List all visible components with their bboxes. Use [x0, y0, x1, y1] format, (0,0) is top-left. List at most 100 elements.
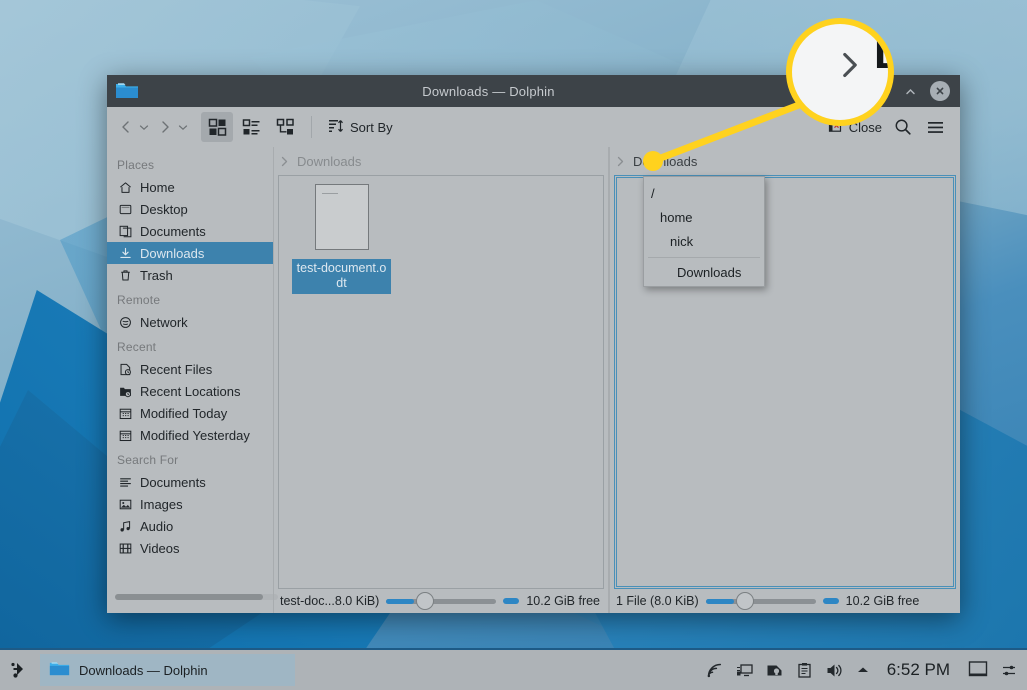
clipboard-icon[interactable] [796, 662, 813, 679]
downloads-icon [118, 246, 132, 260]
recent-locations-icon [118, 384, 132, 398]
window-title: Downloads — Dolphin [422, 83, 555, 99]
maximize-icon[interactable] [900, 81, 920, 101]
sidebar-item-trash[interactable]: Trash [107, 264, 274, 286]
volume-icon[interactable] [826, 662, 843, 679]
sidebar-item-label: Images [140, 496, 183, 512]
file-view-left[interactable]: test-document.odt [278, 175, 604, 589]
compact-view-icon[interactable] [235, 112, 267, 142]
hamburger-menu-icon[interactable] [920, 112, 950, 142]
breadcrumb-label[interactable]: Downloads [297, 154, 361, 169]
sidebar-item-label: Network [140, 314, 188, 330]
dropdown-item-root[interactable]: / [644, 181, 764, 205]
show-hidden-tray-icon[interactable] [856, 663, 870, 677]
sidebar-item-label: Audio [140, 518, 174, 534]
chevron-right-icon[interactable] [614, 155, 627, 168]
folder-icon [115, 81, 139, 100]
breadcrumb-label[interactable]: Downloads [633, 154, 697, 169]
sidebar-section-header: Recent [117, 340, 157, 354]
security-lock-icon[interactable] [766, 662, 783, 679]
sidebar-item-desktop[interactable]: Desktop [107, 198, 274, 220]
breadcrumb-left[interactable]: Downloads [274, 147, 608, 175]
sort-by-label: Sort By [350, 119, 393, 135]
sidebar-item-network[interactable]: Network [107, 311, 274, 333]
sidebar-item-search-audio[interactable]: Audio [107, 515, 274, 537]
back-history-chevron-down-icon[interactable] [136, 112, 152, 142]
sidebar-item-label: Trash [140, 267, 173, 283]
sidebar-item-modified-yesterday[interactable]: Modified Yesterday [107, 424, 274, 446]
split-view-panes: Downloads test-document.odt test-doc...8… [274, 147, 960, 613]
window-controls [870, 81, 960, 101]
dropdown-item-downloads[interactable]: Downloads [644, 258, 764, 286]
file-item[interactable]: test-document.odt [292, 184, 391, 294]
sidebar-item-label: Home [140, 179, 175, 195]
forward-arrow-icon[interactable] [154, 112, 176, 142]
wifi-icon[interactable] [706, 662, 723, 679]
scrollbar-thumb[interactable] [115, 594, 263, 600]
close-tab-label: Close [848, 119, 882, 135]
network-display-icon[interactable] [736, 662, 753, 679]
icons-view-icon[interactable] [201, 112, 233, 142]
desktop-icon [118, 202, 132, 216]
dropdown-item-nick[interactable]: nick [644, 229, 764, 253]
sidebar-item-label: Desktop [140, 201, 188, 217]
sort-by-button[interactable]: Sort By [322, 112, 399, 142]
sidebar-item-home[interactable]: Home [107, 176, 274, 198]
forward-history-chevron-down-icon[interactable] [175, 112, 191, 142]
search-icon[interactable] [888, 112, 918, 142]
chevron-right-icon[interactable] [278, 155, 291, 168]
zoom-slider-left[interactable] [386, 592, 497, 610]
sidebar-item-search-images[interactable]: Images [107, 493, 274, 515]
taskbar: Downloads — Dolphin 6:52 PM [0, 648, 1027, 690]
slider-knob[interactable] [416, 592, 435, 610]
sidebar-item-recent-files[interactable]: Recent Files [107, 358, 274, 380]
clock[interactable]: 6:52 PM [883, 660, 954, 680]
zoom-slider-right[interactable] [705, 592, 816, 610]
breadcrumb-right[interactable]: Downloads [610, 147, 960, 175]
close-tab-icon [828, 118, 843, 136]
thumb-line [321, 193, 338, 194]
sidebar-item-search-documents[interactable]: Documents [107, 471, 274, 493]
sidebar-item-downloads[interactable]: Downloads [107, 242, 274, 264]
sidebar-item-label: Documents [140, 223, 206, 239]
sidebar-item-label: Documents [140, 474, 206, 490]
scrollbar-track[interactable] [115, 594, 278, 600]
slider-knob[interactable] [735, 592, 754, 610]
network-icon [118, 315, 132, 329]
toolbar-divider [311, 116, 312, 138]
sidebar-item-label: Videos [140, 540, 180, 556]
taskbar-window-button[interactable]: Downloads — Dolphin [40, 654, 295, 686]
back-arrow-icon[interactable] [115, 112, 137, 142]
sidebar-item-modified-today[interactable]: Modified Today [107, 402, 274, 424]
sidebar-horizontal-scrollbar[interactable] [115, 594, 278, 600]
application-launcher-icon[interactable] [0, 659, 40, 681]
sidebar-item-label: Modified Yesterday [140, 427, 250, 443]
sidebar-item-documents[interactable]: Documents [107, 220, 274, 242]
window-titlebar[interactable]: Downloads — Dolphin [107, 75, 960, 107]
sidebar-item-recent-locations[interactable]: Recent Locations [107, 380, 274, 402]
settings-sliders-icon[interactable] [1002, 663, 1017, 678]
space-indicator-right [822, 598, 839, 604]
image-icon [118, 497, 132, 511]
sidebar-item-label: Downloads [140, 245, 205, 261]
sidebar-item-label: Recent Locations [140, 383, 241, 399]
dropdown-item-home[interactable]: home [644, 205, 764, 229]
sidebar-section-header: Places [117, 158, 155, 172]
close-tab-button[interactable]: Close [824, 112, 886, 142]
audio-note-icon [118, 519, 132, 533]
sidebar-section-header: Search For [117, 453, 179, 467]
document-lines-icon [118, 475, 132, 489]
system-tray: 6:52 PM [706, 660, 1027, 680]
status-free-space-right: 10.2 GiB free [845, 594, 920, 608]
status-selection-right: 1 File (8.0 KiB) [616, 594, 699, 608]
details-view-icon[interactable] [269, 112, 301, 142]
video-film-icon [118, 541, 132, 555]
slider-fill [705, 598, 734, 604]
minimize-icon[interactable] [870, 81, 890, 101]
path-dropdown-menu[interactable]: / home nick Downloads [643, 176, 765, 287]
sidebar-item-search-videos[interactable]: Videos [107, 537, 274, 559]
calendar-icon [118, 406, 132, 420]
sort-icon [328, 118, 344, 137]
close-icon[interactable] [930, 81, 950, 101]
laptop-screen-icon[interactable] [967, 660, 989, 680]
